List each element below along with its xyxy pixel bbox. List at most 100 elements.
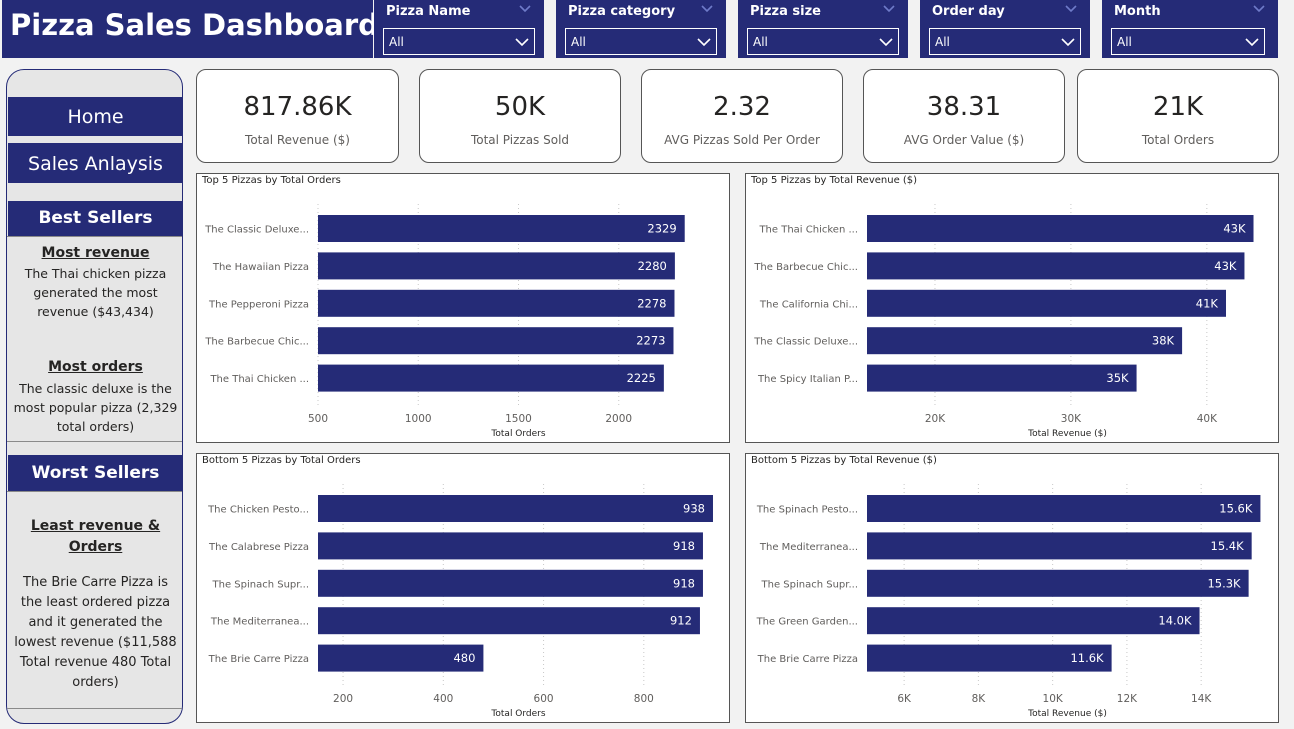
- x-tick-label: 1000: [405, 413, 432, 425]
- chevron-down-icon[interactable]: [1064, 2, 1078, 16]
- dashboard-title-bar: Pizza Sales Dashboard: [2, 0, 379, 58]
- x-tick-label: 600: [534, 693, 554, 705]
- category-label: The California Chi...: [759, 299, 858, 310]
- filter-order-day[interactable]: Order day All: [920, 0, 1090, 58]
- bar: [867, 252, 1245, 280]
- divider: [7, 708, 182, 709]
- bar: [867, 607, 1200, 635]
- kpi-label: Total Revenue ($): [245, 133, 350, 147]
- filter-value: All: [389, 35, 404, 49]
- filter-pizza-size[interactable]: Pizza size All: [738, 0, 908, 58]
- kpi-value: 38.31: [926, 92, 1002, 122]
- page-title: Pizza Sales Dashboard: [10, 8, 379, 42]
- filter-dropdown[interactable]: All: [929, 28, 1081, 55]
- kpi-label: AVG Order Value ($): [903, 133, 1025, 147]
- kpi-card-total-orders: 21K Total Orders: [1077, 69, 1279, 163]
- data-label: 480: [453, 651, 475, 665]
- data-label: 43K: [1214, 259, 1237, 273]
- data-label: 41K: [1196, 296, 1219, 310]
- category-label: The Calabrese Pizza: [208, 542, 309, 553]
- x-tick-label: 10K: [1043, 693, 1064, 705]
- bar: [318, 569, 703, 597]
- bar: [318, 532, 703, 560]
- category-label: The Barbecue Chic...: [753, 262, 858, 273]
- filter-dropdown[interactable]: All: [747, 28, 899, 55]
- most-revenue-text: The Thai chicken pizza generated the mos…: [24, 266, 167, 319]
- sidebar-panel: Home Sales Anlaysis Best Sellers Most re…: [6, 69, 183, 724]
- category-label: The Chicken Pesto...: [207, 505, 309, 516]
- data-label: 2329: [647, 222, 676, 236]
- data-label: 2225: [627, 371, 656, 385]
- category-label: The Mediterranea...: [759, 542, 858, 553]
- category-label: The Spinach Pesto...: [756, 505, 858, 516]
- category-label: The Brie Carre Pizza: [208, 654, 309, 665]
- x-axis-label: Total Revenue ($): [1027, 429, 1107, 439]
- kpi-card-avg-pizzas-per-order: 2.32 AVG Pizzas Sold Per Order: [641, 69, 843, 163]
- chevron-down-icon[interactable]: [518, 2, 532, 16]
- category-label: The Spicy Italian P...: [757, 374, 858, 385]
- data-label: 14.0K: [1158, 614, 1192, 628]
- x-tick-label: 400: [433, 693, 453, 705]
- least-revenue-heading: Least revenue & Orders: [30, 518, 161, 555]
- divider: [7, 491, 182, 492]
- filter-label: Order day: [932, 4, 1005, 19]
- filter-value: All: [753, 35, 768, 49]
- bar: [867, 215, 1254, 242]
- x-tick-label: 40K: [1197, 413, 1218, 425]
- filter-month[interactable]: Month All: [1102, 0, 1278, 58]
- x-tick-label: 20K: [925, 413, 946, 425]
- x-tick-label: 2000: [605, 413, 632, 425]
- chart-bottom5-orders[interactable]: Bottom 5 Pizzas by Total Orders 200 400 60…: [196, 453, 730, 723]
- x-tick-label: 1500: [505, 413, 532, 425]
- data-label: 2278: [637, 296, 666, 310]
- chevron-down-icon[interactable]: [1252, 2, 1266, 16]
- data-label: 918: [673, 539, 695, 553]
- category-label: The Thai Chicken ...: [758, 225, 858, 236]
- chart-svg: 6K 8K 10K 12K 14K The Spinach Pesto... 15.6K Th…: [756, 484, 1261, 719]
- chevron-down-icon[interactable]: [882, 2, 896, 16]
- kpi-card-total-revenue: 817.86K Total Revenue ($): [196, 69, 399, 163]
- filter-pizza-name[interactable]: Pizza Name All: [374, 0, 544, 58]
- bar: [318, 252, 675, 280]
- kpi-value: 21K: [1152, 92, 1204, 122]
- bar: [318, 607, 700, 635]
- chart-top5-orders[interactable]: Top 5 Pizzas by Total Orders 500 1000 1500…: [196, 173, 730, 443]
- chevron-down-icon[interactable]: [1244, 34, 1260, 50]
- filter-label: Pizza Name: [386, 4, 471, 19]
- category-label: The Mediterranea...: [210, 617, 309, 628]
- chevron-down-icon[interactable]: [878, 34, 894, 50]
- kpi-value: 2.32: [713, 92, 771, 122]
- home-button[interactable]: Home: [8, 97, 182, 136]
- x-tick-label: 30K: [1061, 413, 1082, 425]
- worst-sellers-header: Worst Sellers: [8, 455, 182, 491]
- x-tick-label: 12K: [1117, 693, 1138, 705]
- x-axis-label: Total Orders: [490, 429, 545, 439]
- sales-analysis-button[interactable]: Sales Anlaysis: [8, 143, 182, 183]
- chevron-down-icon[interactable]: [1060, 34, 1076, 50]
- filter-label: Pizza category: [568, 4, 676, 19]
- data-label: 15.6K: [1219, 502, 1253, 516]
- bar: [318, 215, 685, 242]
- most-revenue-heading: Most revenue: [41, 245, 150, 261]
- x-tick-label: 6K: [897, 693, 912, 705]
- filter-dropdown[interactable]: All: [565, 28, 717, 55]
- chevron-down-icon[interactable]: [696, 34, 712, 50]
- kpi-value: 50K: [494, 92, 546, 122]
- kpi-label: Total Orders: [1141, 133, 1215, 147]
- chart-bottom5-revenue[interactable]: Bottom 5 Pizzas by Total Revenue ($) 6K 8…: [745, 453, 1279, 723]
- filter-dropdown[interactable]: All: [383, 28, 535, 55]
- data-label: 2273: [636, 334, 665, 348]
- bar: [867, 532, 1252, 560]
- filter-value: All: [935, 35, 950, 49]
- chart-svg: 200 400 600 800 The Chicken Pesto... 938 The C…: [207, 484, 713, 719]
- category-label: The Hawaiian Pizza: [212, 262, 309, 273]
- chevron-down-icon[interactable]: [700, 2, 714, 16]
- category-label: The Classic Deluxe...: [753, 337, 858, 348]
- most-orders-text: The classic deluxe is the most popular p…: [13, 381, 178, 434]
- category-label: The Brie Carre Pizza: [757, 654, 858, 665]
- filter-pizza-category[interactable]: Pizza category All: [556, 0, 726, 58]
- filter-dropdown[interactable]: All: [1111, 28, 1265, 55]
- data-label: 15.4K: [1211, 539, 1245, 553]
- chevron-down-icon[interactable]: [514, 34, 530, 50]
- chart-top5-revenue[interactable]: Top 5 Pizzas by Total Revenue ($) 20K 30K…: [745, 173, 1279, 443]
